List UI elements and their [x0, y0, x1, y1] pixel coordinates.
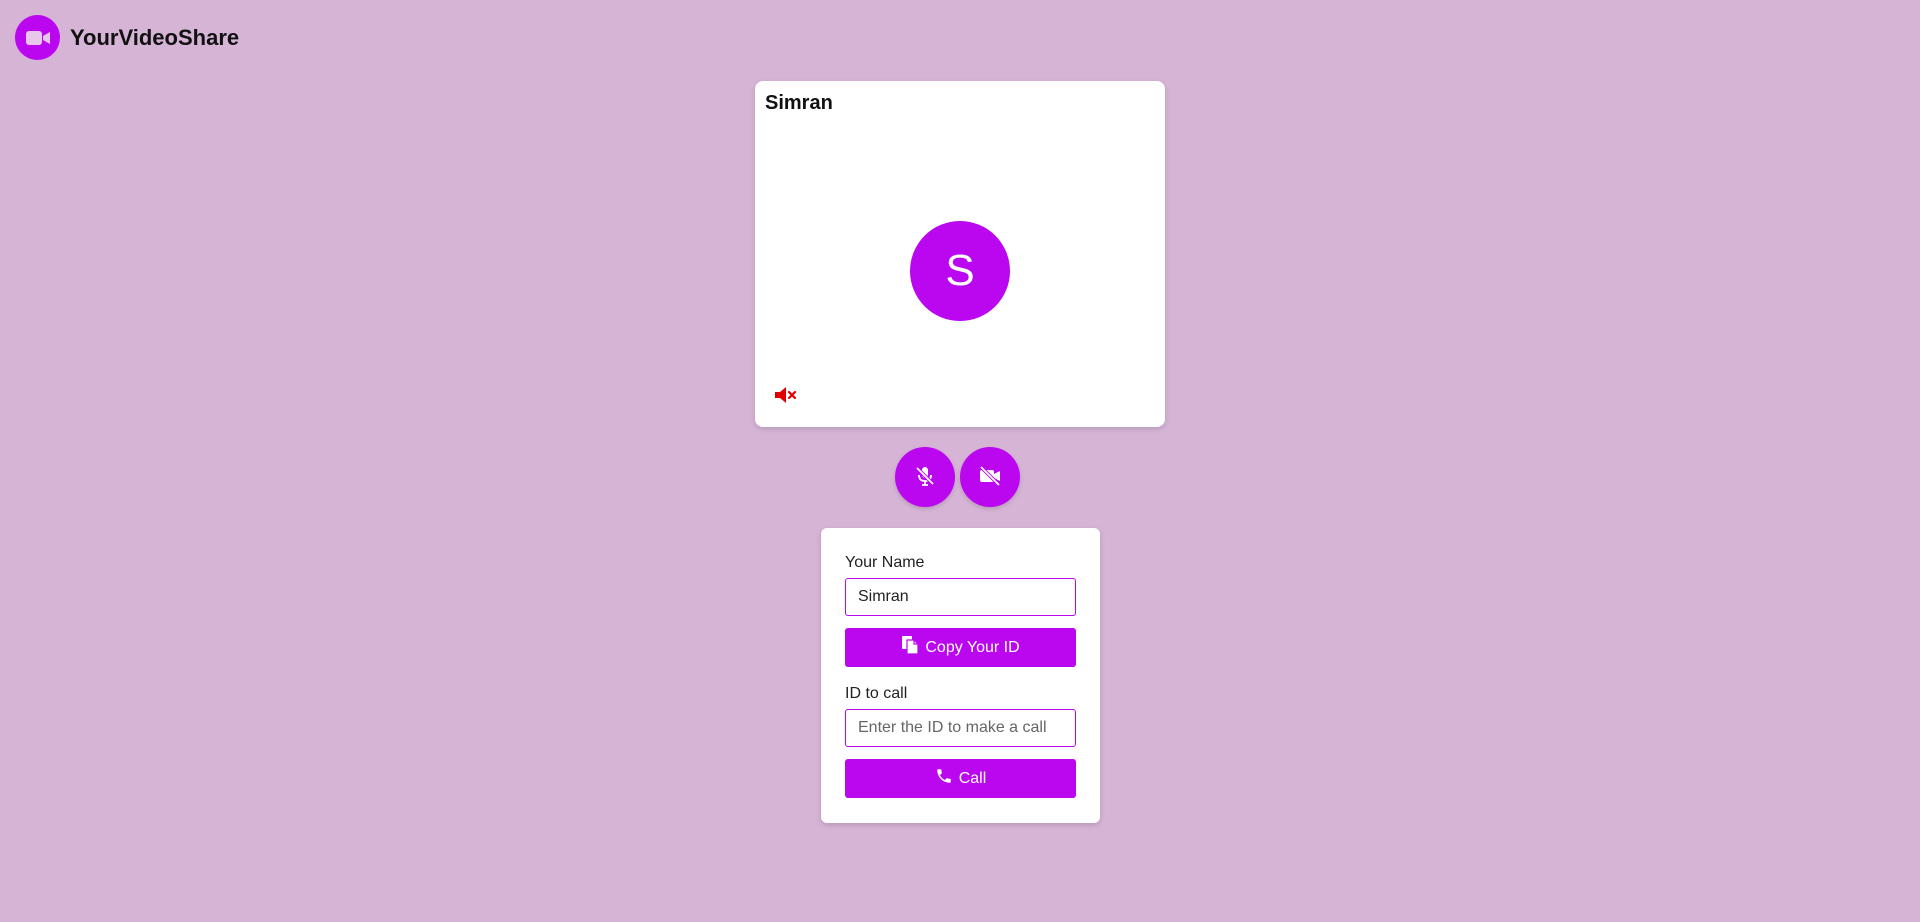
- mute-mic-button[interactable]: [895, 447, 955, 507]
- call-id-input[interactable]: [845, 709, 1076, 747]
- speaker-muted-icon: [773, 384, 799, 406]
- copy-id-label: Copy Your ID: [925, 638, 1020, 656]
- copy-icon: [901, 635, 919, 660]
- call-form: Your Name Copy Your ID ID to call Call: [821, 528, 1100, 823]
- name-label: Your Name: [845, 554, 925, 571]
- toggle-camera-button[interactable]: [960, 447, 1020, 507]
- avatar: S: [910, 221, 1010, 321]
- video-tile: Simran S: [755, 81, 1165, 427]
- video-camera-icon: [15, 15, 60, 60]
- app-header: YourVideoShare: [15, 15, 239, 60]
- call-id-label: ID to call: [845, 685, 908, 702]
- video-off-icon: [978, 465, 1002, 490]
- avatar-initial: S: [945, 246, 975, 295]
- call-label: Call: [958, 769, 987, 787]
- mic-off-icon: [914, 465, 936, 490]
- app-title: YourVideoShare: [70, 24, 240, 50]
- call-button[interactable]: Call: [845, 759, 1076, 798]
- copy-id-button[interactable]: Copy Your ID: [845, 628, 1076, 667]
- phone-icon: [935, 767, 953, 790]
- name-input[interactable]: [845, 578, 1076, 616]
- participant-name: Simran: [765, 92, 833, 114]
- call-controls: [895, 447, 1020, 507]
